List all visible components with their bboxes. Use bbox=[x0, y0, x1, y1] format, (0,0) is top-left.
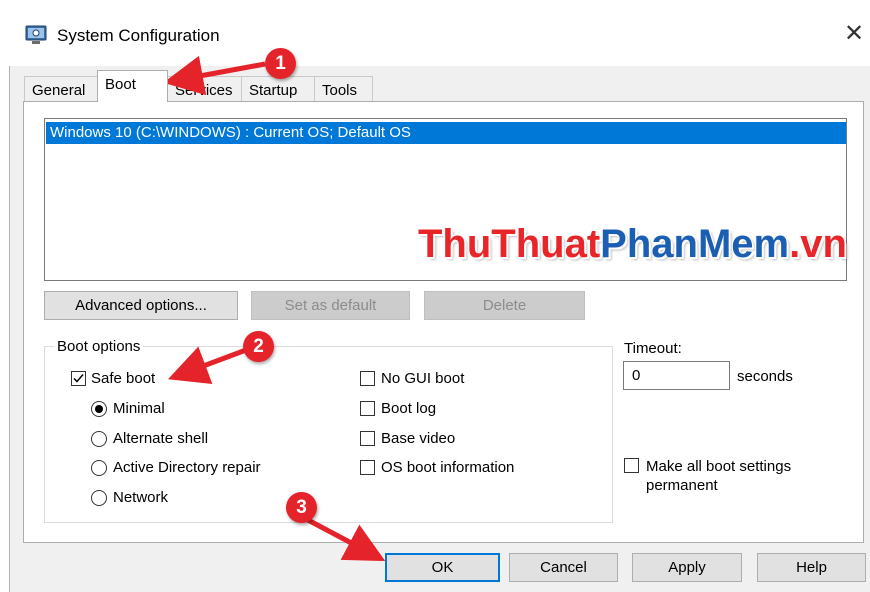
seconds-label: seconds bbox=[737, 368, 793, 385]
step-badge-1: 1 bbox=[265, 48, 296, 79]
network-radio[interactable] bbox=[91, 490, 107, 506]
make-permanent-label[interactable]: Make all boot settings permanent bbox=[646, 457, 826, 495]
make-permanent-checkbox[interactable] bbox=[624, 458, 639, 473]
window-title: System Configuration bbox=[57, 26, 220, 45]
close-icon[interactable]: ✕ bbox=[840, 20, 868, 48]
cancel-button[interactable]: Cancel bbox=[509, 553, 618, 582]
base-video-checkbox[interactable] bbox=[360, 431, 375, 446]
alternate-shell-radio[interactable] bbox=[91, 431, 107, 447]
ok-button[interactable]: OK bbox=[385, 553, 500, 582]
set-as-default-button[interactable]: Set as default bbox=[251, 291, 410, 320]
boot-options-label: Boot options bbox=[54, 338, 144, 355]
system-config-icon bbox=[25, 24, 47, 46]
watermark-part1: ThuThuat bbox=[418, 222, 601, 266]
minimal-label[interactable]: Minimal bbox=[113, 400, 165, 417]
alternate-shell-label[interactable]: Alternate shell bbox=[113, 430, 208, 447]
advanced-options-button[interactable]: Advanced options... bbox=[44, 291, 238, 320]
step-badge-2: 2 bbox=[243, 331, 274, 362]
safe-boot-checkbox[interactable] bbox=[71, 371, 86, 386]
tab-boot[interactable]: Boot bbox=[97, 70, 168, 102]
checkmark-icon bbox=[73, 374, 84, 383]
network-label[interactable]: Network bbox=[113, 489, 168, 506]
watermark-part2: PhanMem bbox=[600, 222, 790, 266]
timeout-input[interactable]: 0 bbox=[623, 361, 730, 390]
watermark: ThuThuatPhanMem.vn bbox=[418, 222, 847, 267]
apply-button[interactable]: Apply bbox=[632, 553, 742, 582]
ad-repair-label[interactable]: Active Directory repair bbox=[113, 459, 261, 476]
boot-log-label[interactable]: Boot log bbox=[381, 400, 436, 417]
step-badge-3: 3 bbox=[286, 492, 317, 523]
tab-general[interactable]: General bbox=[24, 76, 98, 101]
ad-repair-radio[interactable] bbox=[91, 460, 107, 476]
base-video-label[interactable]: Base video bbox=[381, 430, 455, 447]
os-boot-info-checkbox[interactable] bbox=[360, 460, 375, 475]
help-button[interactable]: Help bbox=[757, 553, 866, 582]
tab-startup[interactable]: Startup bbox=[241, 76, 315, 101]
tab-services[interactable]: Services bbox=[167, 76, 242, 101]
tab-tools[interactable]: Tools bbox=[314, 76, 373, 101]
watermark-part3: .vn bbox=[789, 222, 847, 266]
no-gui-boot-checkbox[interactable] bbox=[360, 371, 375, 386]
boot-log-checkbox[interactable] bbox=[360, 401, 375, 416]
minimal-radio[interactable] bbox=[91, 401, 107, 417]
no-gui-boot-label[interactable]: No GUI boot bbox=[381, 370, 464, 387]
safe-boot-label[interactable]: Safe boot bbox=[91, 370, 155, 387]
radio-dot-icon bbox=[95, 405, 103, 413]
os-list-item[interactable]: Windows 10 (C:\WINDOWS) : Current OS; De… bbox=[46, 122, 846, 144]
delete-button[interactable]: Delete bbox=[424, 291, 585, 320]
timeout-label: Timeout: bbox=[624, 340, 682, 357]
os-boot-info-label[interactable]: OS boot information bbox=[381, 459, 514, 476]
